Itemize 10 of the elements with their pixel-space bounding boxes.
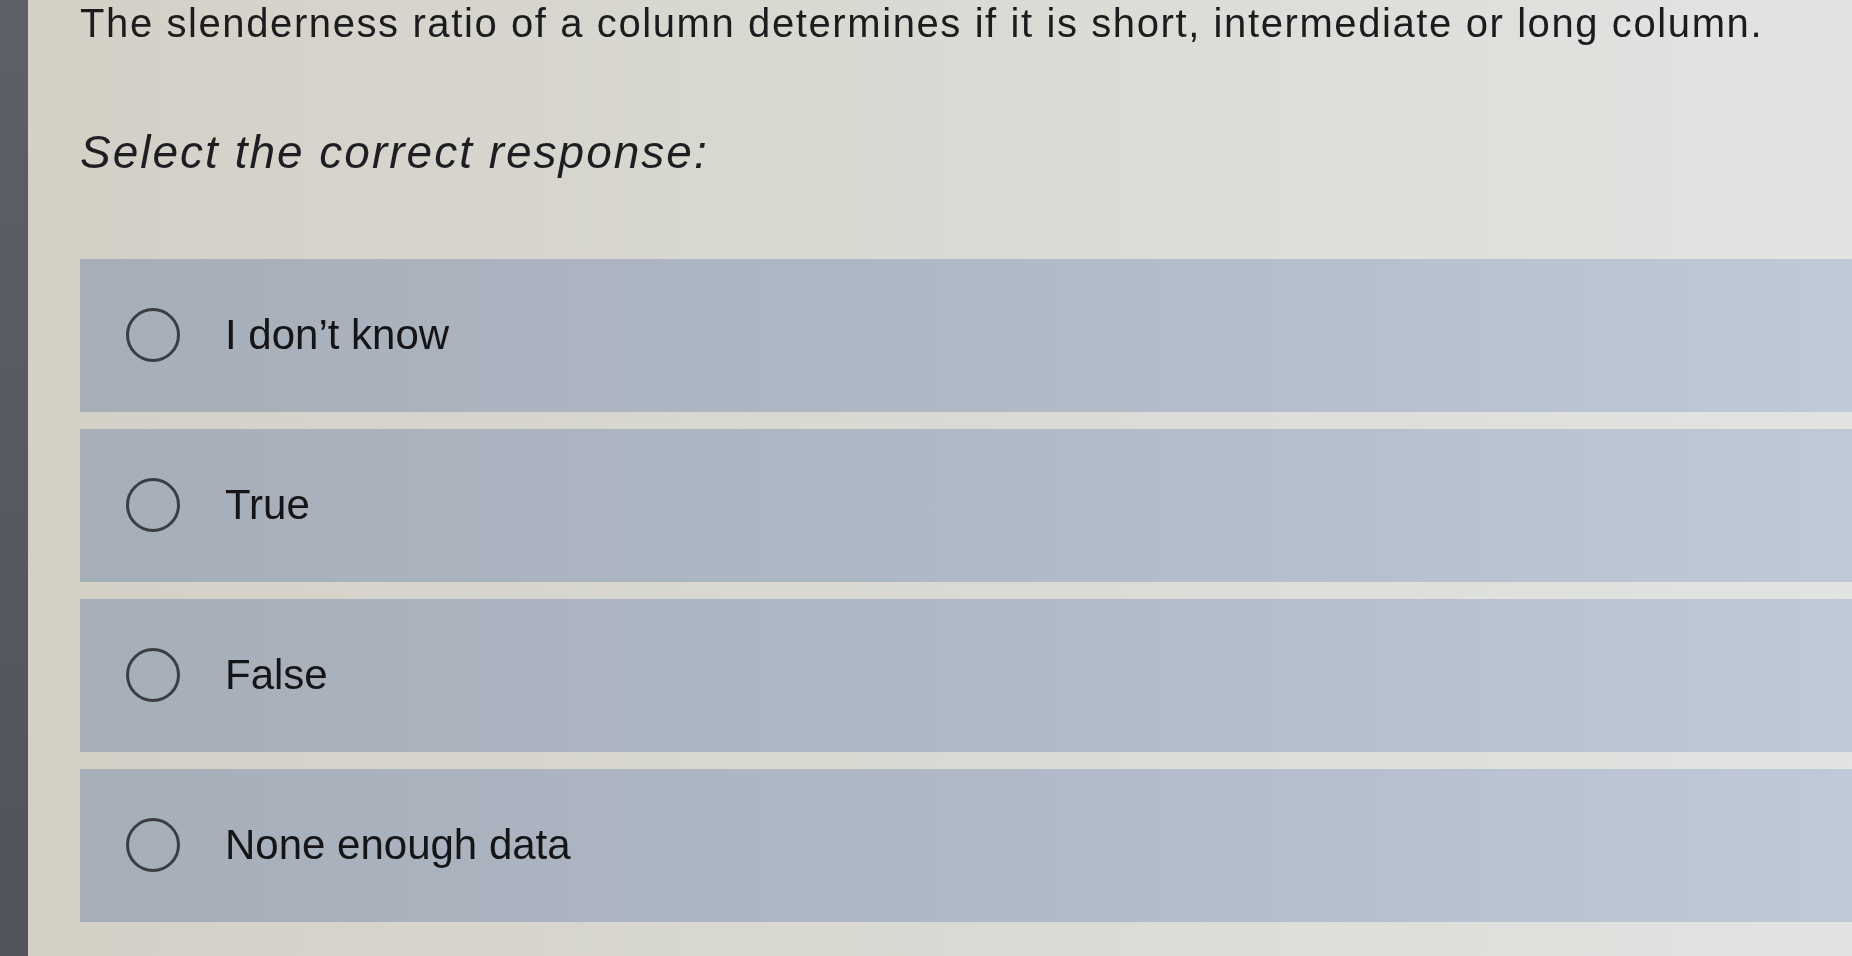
answer-option[interactable]: I don’t know (80, 258, 1852, 412)
answer-option[interactable]: True (80, 428, 1852, 582)
question-text: The slenderness ratio of a column determines if it is short, intermediate or long column. (80, 0, 1764, 46)
answer-option[interactable]: False (80, 598, 1852, 752)
answer-option[interactable]: None enough data (80, 768, 1852, 922)
radio-button[interactable] (126, 818, 180, 873)
radio-button[interactable] (126, 648, 180, 703)
radio-button[interactable] (126, 308, 180, 363)
instruction-text: Select the correct response: (80, 126, 709, 179)
radio-button[interactable] (126, 478, 180, 533)
